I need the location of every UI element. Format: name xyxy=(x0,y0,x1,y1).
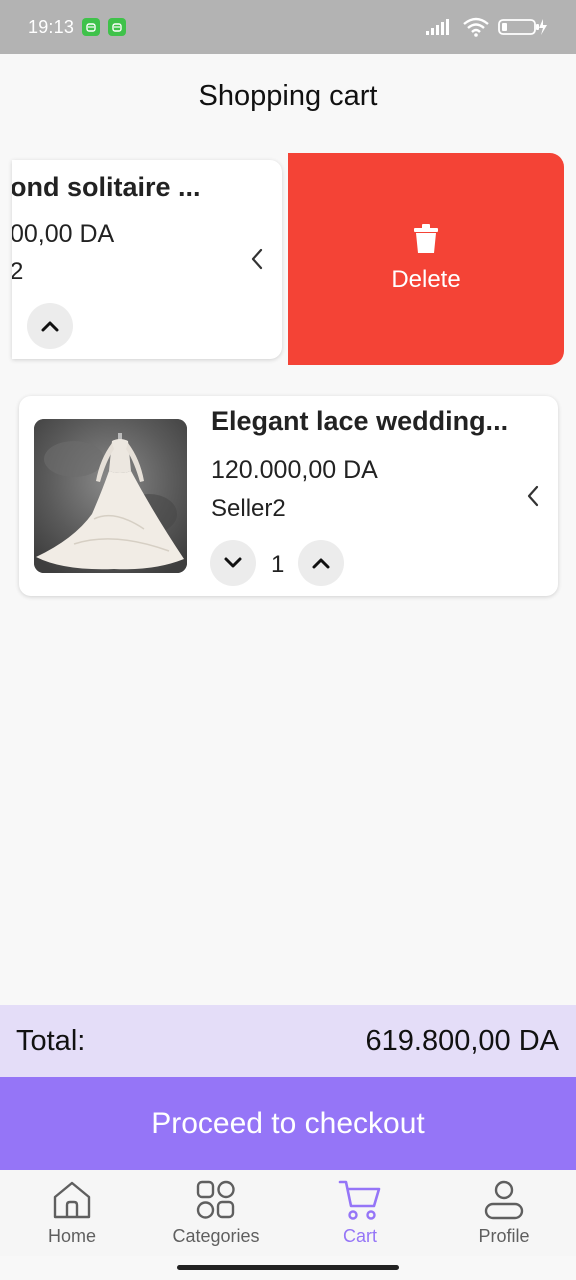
wifi-icon xyxy=(463,17,489,37)
categories-icon xyxy=(194,1178,238,1222)
total-value: 619.800,00 DA xyxy=(365,1024,559,1057)
total-label: Total: xyxy=(16,1024,86,1057)
nav-item-home[interactable]: Home xyxy=(0,1170,144,1256)
quantity-value: 1 xyxy=(271,551,285,578)
cart-icon xyxy=(338,1178,382,1222)
nav-item-categories[interactable]: Categories xyxy=(144,1170,288,1256)
chevron-left-icon[interactable] xyxy=(523,484,543,508)
chevron-left-icon[interactable] xyxy=(247,247,267,271)
trash-icon xyxy=(414,224,438,253)
nav-label: Profile xyxy=(478,1226,530,1246)
cart-item-card[interactable]: ond solitaire ... 00,00 DA 2 xyxy=(12,160,282,359)
product-price: 00,00 DA xyxy=(12,220,115,248)
nav-item-profile[interactable]: Profile xyxy=(432,1170,576,1256)
chevron-down-icon xyxy=(224,557,242,568)
increase-quantity-button[interactable] xyxy=(298,540,344,586)
notification-app-icon xyxy=(108,18,127,36)
product-image xyxy=(34,419,187,573)
status-time: 19:13 xyxy=(28,16,75,37)
nav-label: Home xyxy=(47,1226,96,1246)
status-bar: 19:13 xyxy=(0,0,576,54)
product-title: ond solitaire ... xyxy=(12,172,201,202)
battery-icon xyxy=(498,19,547,35)
nav-label: Cart xyxy=(342,1226,377,1246)
seller-name: Seller2 xyxy=(211,495,286,522)
home-icon xyxy=(50,1178,94,1222)
signal-icon xyxy=(426,19,449,35)
decrease-quantity-button[interactable] xyxy=(210,540,256,586)
bottom-navigation: Home Categories Cart Profile xyxy=(0,1170,576,1256)
checkout-button[interactable]: Proceed to checkout xyxy=(0,1077,576,1170)
delete-button[interactable]: Delete xyxy=(288,153,564,365)
seller-name: 2 xyxy=(12,258,24,285)
page-title: Shopping cart xyxy=(198,80,378,112)
product-price: 120.000,00 DA xyxy=(211,456,378,484)
increase-quantity-button[interactable] xyxy=(27,303,73,349)
chevron-up-icon xyxy=(312,558,330,569)
nav-label: Categories xyxy=(172,1226,260,1246)
chevron-up-icon xyxy=(41,321,59,332)
delete-label: Delete xyxy=(391,266,461,293)
cart-item-card[interactable]: Elegant lace wedding... 120.000,00 DA Se… xyxy=(19,396,558,596)
status-icons xyxy=(426,0,548,54)
home-indicator[interactable] xyxy=(177,1265,399,1270)
nav-item-cart[interactable]: Cart xyxy=(288,1170,432,1256)
profile-icon xyxy=(482,1178,526,1222)
notification-app-icon xyxy=(82,18,101,36)
total-bar: Total: 619.800,00 DA xyxy=(0,1005,576,1077)
product-title: Elegant lace wedding... xyxy=(211,406,509,436)
